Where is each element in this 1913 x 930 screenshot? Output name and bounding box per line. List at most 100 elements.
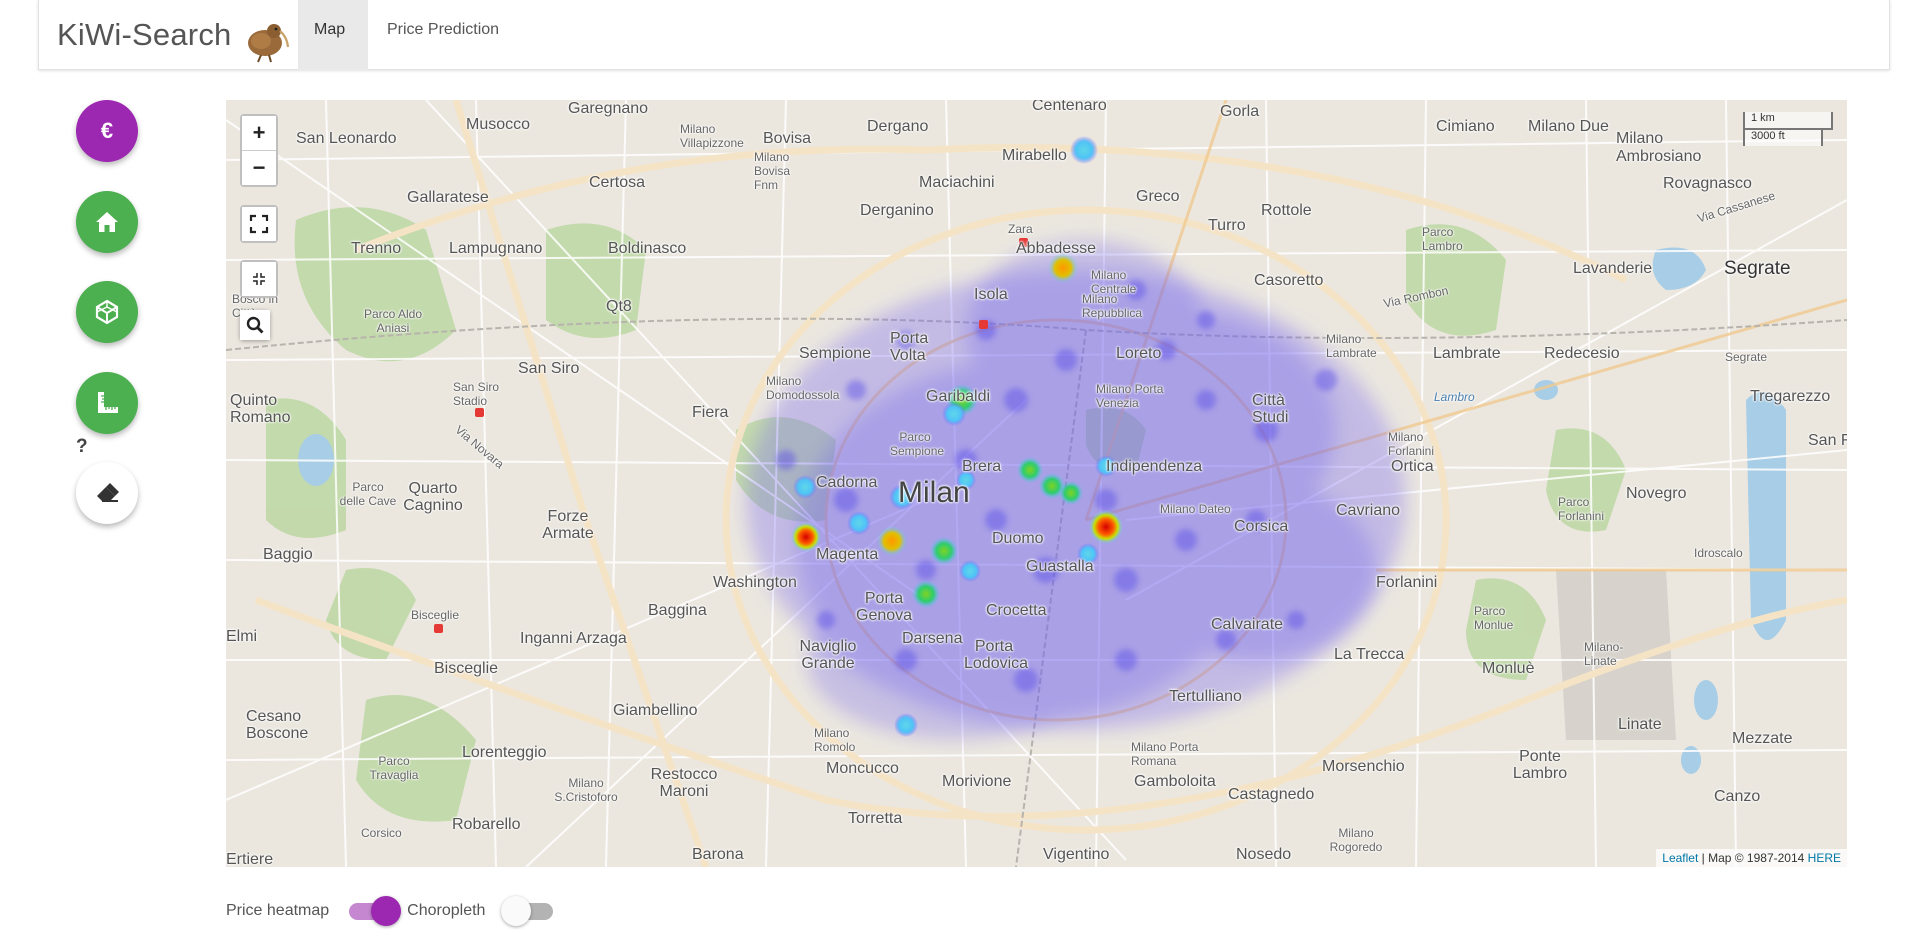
exit-fullscreen-button[interactable] (242, 262, 276, 296)
place-label: Lambro (1434, 390, 1475, 404)
place-label: Naviglio Grande (799, 638, 857, 672)
place-label: Derganino (860, 202, 934, 219)
place-label: Torretta (848, 810, 903, 827)
eraser-button[interactable] (76, 462, 138, 524)
ruler-button[interactable] (76, 372, 138, 434)
collapse-icon (253, 273, 265, 285)
place-label: Turro (1208, 217, 1246, 234)
place-label: Milano Due (1528, 118, 1609, 135)
place-label: Redecesio (1544, 345, 1620, 362)
cube-button[interactable] (76, 281, 138, 343)
place-label: Porta Genova (856, 590, 913, 624)
attribution-text: | Map © 1987-2014 (1698, 851, 1808, 865)
zoom-out-button[interactable]: − (242, 150, 276, 185)
place-label: Lavanderie (1573, 260, 1653, 277)
place-label: Milano Repubblica (1082, 292, 1143, 320)
zoom-control: + − (240, 114, 278, 187)
place-label: Parco Aldo Aniasi (363, 307, 423, 335)
place-label: Segrate (1725, 350, 1768, 364)
svg-text:€: € (101, 118, 113, 143)
map[interactable]: Musocco Garegnano Bovisa Dergano Centena… (226, 100, 1847, 867)
brand-title: KiWi-Search (57, 17, 232, 52)
choropleth-label: Choropleth (407, 902, 486, 919)
price-heatmap-switch[interactable] (345, 896, 402, 926)
place-label: Zara (1008, 222, 1033, 236)
place-label: San Felice (1808, 432, 1847, 449)
place-label: Darsena (902, 630, 963, 647)
place-label: Trenno (351, 240, 402, 257)
place-label: Boldinasco (608, 240, 687, 257)
place-label: Gallaratese (407, 189, 489, 206)
place-label: Bovisa (763, 130, 812, 147)
leaflet-link[interactable]: Leaflet (1662, 851, 1698, 865)
place-label: Milano Porta Venezia (1096, 382, 1164, 410)
place-label: La Trecca (1334, 646, 1405, 663)
place-label: Milano S.Cristoforo (554, 776, 618, 804)
place-label: San Siro (518, 360, 580, 377)
place-label: Certosa (589, 174, 646, 191)
place-label: Parco Forlanini (1558, 495, 1605, 523)
place-label: Parco Lambro (1422, 225, 1463, 253)
here-link[interactable]: HERE (1808, 851, 1841, 865)
place-label: Duomo (992, 530, 1044, 547)
tab-price-prediction[interactable]: Price Prediction (371, 0, 515, 70)
search-control (240, 310, 270, 340)
help-icon[interactable]: ? (76, 436, 88, 458)
place-label: Porta Lodovica (964, 638, 1029, 672)
place-label: Milano Lambrate (1326, 332, 1377, 360)
place-label: Milano Villapizzone (680, 122, 744, 150)
euro-button[interactable]: € (76, 100, 138, 162)
fullscreen-button[interactable] (242, 207, 276, 241)
exit-fullscreen-control (240, 260, 278, 298)
place-label: San Siro Stadio (453, 380, 500, 408)
brand[interactable]: KiWi-Search (57, 0, 291, 70)
place-label: Loreto (1116, 345, 1162, 362)
place-label: Crocetta (986, 602, 1047, 619)
choropleth-switch[interactable] (501, 896, 557, 926)
search-icon (246, 316, 264, 334)
map-search-button[interactable] (240, 310, 270, 340)
place-label: Morivione (942, 773, 1012, 790)
tab-map[interactable]: Map (298, 0, 368, 70)
place-label: Lorenteggio (462, 744, 547, 761)
place-label: Forze Armate (542, 508, 594, 542)
place-label: Mezzate (1732, 730, 1793, 747)
place-label: Milano Porta Romana (1131, 740, 1199, 768)
place-label: Corsico (361, 826, 402, 840)
place-label: Robarello (452, 816, 521, 833)
place-label: Parco delle Cave (339, 480, 397, 508)
place-label: Cimiano (1436, 118, 1495, 135)
place-label: Ortica (1391, 458, 1434, 475)
place-label: Abbadesse (1016, 240, 1097, 257)
eraser-icon (97, 483, 119, 502)
place-label: Baggina (648, 602, 707, 619)
home-button[interactable] (76, 191, 138, 253)
place-label: Isola (974, 286, 1008, 303)
fullscreen-icon (249, 214, 269, 234)
zoom-in-button[interactable]: + (242, 116, 276, 150)
home-icon (96, 212, 118, 232)
place-label: Monluè (1482, 660, 1535, 677)
kiwi-bird-logo (248, 24, 290, 63)
place-label: San Leonardo (296, 130, 397, 147)
place-label: Parco Monlue (1474, 604, 1514, 632)
place-label: Indipendenza (1106, 458, 1203, 475)
place-label: Garibaldi (926, 388, 991, 405)
place-label: Milano Bovisa Fnm (754, 150, 791, 192)
place-label: Cesano Boscone (246, 708, 309, 742)
switch-knob (371, 896, 402, 926)
place-label: Musocco (466, 116, 531, 133)
place-label: Gorla (1220, 103, 1260, 120)
place-label: Linate (1618, 716, 1662, 733)
place-label: Segrate (1724, 258, 1791, 279)
place-label: Canzo (1714, 788, 1761, 805)
place-label: Milano Domodossola (766, 374, 840, 402)
place-label: Bisceglie (434, 660, 499, 677)
place-label: Baggio (263, 546, 313, 563)
place-label: Rovagnasco (1663, 175, 1752, 192)
place-label: Porta Volta (890, 330, 929, 364)
place-label: Morsenchio (1322, 758, 1405, 775)
place-label: Idroscalo (1694, 546, 1743, 560)
place-label: Centenaro (1032, 100, 1107, 114)
place-label: Castagnedo (1228, 786, 1315, 803)
